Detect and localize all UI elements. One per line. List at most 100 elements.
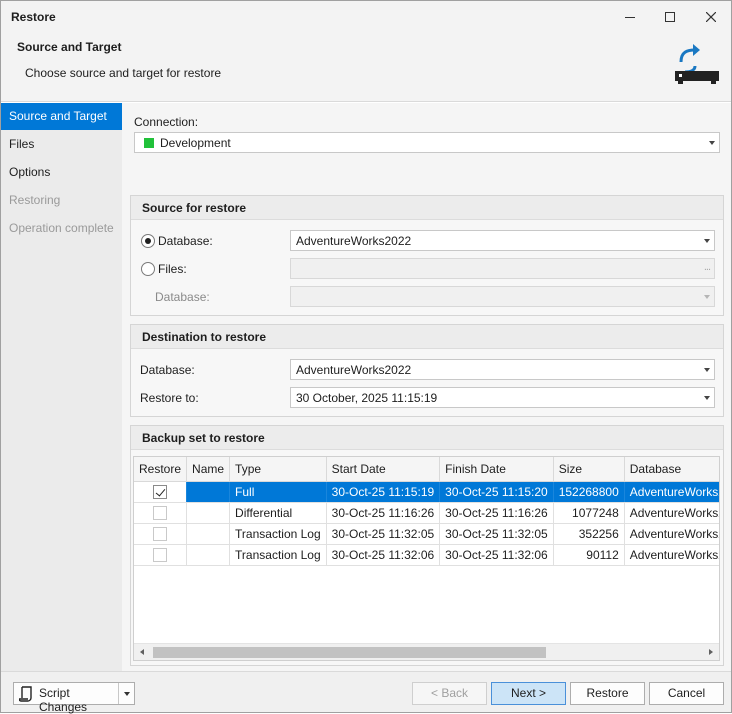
restore-checkbox[interactable]: [153, 526, 168, 541]
scrollbar-thumb[interactable]: [153, 647, 546, 658]
script-changes-label: Script Changes: [39, 686, 88, 714]
chevron-down-icon: [704, 368, 710, 372]
sidebar-item-restoring: Restoring: [9, 193, 61, 207]
source-group: Source for restore Database: AdventureWo…: [130, 195, 724, 316]
restore-dialog: Restore Source and Target Choose source …: [0, 0, 732, 714]
name-cell: [186, 502, 231, 524]
script-changes-button[interactable]: Script Changes: [14, 683, 118, 714]
start-date-cell: 30-Oct-25 11:16:26: [326, 502, 441, 524]
close-icon: [706, 11, 716, 22]
database-cell: AdventureWorks2022: [624, 523, 719, 545]
restore-checkbox[interactable]: [153, 505, 168, 520]
destination-database-label: Database:: [140, 363, 195, 377]
database-cell: AdventureWorks2022: [624, 481, 719, 503]
restore-to-label: Restore to:: [140, 391, 199, 405]
files-radio-label: Files:: [158, 262, 187, 276]
script-changes-dropdown[interactable]: [118, 683, 134, 704]
sidebar-item-source-and-target[interactable]: Source and Target: [1, 103, 122, 130]
source-database-value: AdventureWorks2022: [296, 234, 412, 248]
source-database-combo[interactable]: AdventureWorks2022: [290, 230, 715, 251]
page-title: Source and Target: [17, 40, 122, 54]
files-database-combo: [290, 286, 715, 307]
start-date-cell: 30-Oct-25 11:15:19: [326, 481, 441, 503]
column-header-type[interactable]: Type: [229, 457, 327, 482]
scroll-right-icon[interactable]: [709, 649, 713, 655]
finish-date-cell: 30-Oct-25 11:32:06: [439, 544, 554, 566]
maximize-icon: [665, 11, 675, 22]
column-header-start-date[interactable]: Start Date: [326, 457, 441, 482]
connection-label: Connection:: [134, 115, 199, 129]
restore-button[interactable]: Restore: [570, 682, 645, 705]
table-row[interactable]: Transaction Log 30-Oct-25 11:32:06 30-Oc…: [134, 544, 719, 566]
files-path-field: ...: [290, 258, 715, 279]
database-cell: AdventureWorks2022: [624, 544, 719, 566]
table-row[interactable]: Differential 30-Oct-25 11:16:26 30-Oct-2…: [134, 502, 719, 524]
horizontal-scrollbar[interactable]: [134, 643, 719, 660]
cancel-button[interactable]: Cancel: [649, 682, 724, 705]
column-header-restore[interactable]: Restore: [134, 457, 188, 482]
column-header-finish-date[interactable]: Finish Date: [439, 457, 554, 482]
size-cell: 1077248: [553, 502, 625, 524]
destination-group-title: Destination to restore: [142, 330, 267, 344]
type-cell: Full: [229, 481, 327, 503]
scroll-left-icon[interactable]: [140, 649, 144, 655]
backup-set-title: Backup set to restore: [142, 431, 265, 445]
name-cell: [186, 544, 231, 566]
table-row[interactable]: Full 30-Oct-25 11:15:19 30-Oct-25 11:15:…: [134, 481, 719, 503]
restore-to-value: 30 October, 2025 11:15:19: [296, 391, 438, 405]
close-button[interactable]: [691, 1, 731, 32]
chevron-down-icon: [704, 396, 710, 400]
size-cell: 90112: [553, 544, 625, 566]
connection-status-indicator: [144, 138, 154, 148]
wizard-footer: Script Changes < Back Next > Restore Can…: [1, 671, 731, 714]
database-radio[interactable]: [141, 234, 155, 248]
main-panel: Connection: Development Source for resto…: [122, 103, 731, 671]
restore-to-combo[interactable]: 30 October, 2025 11:15:19: [290, 387, 715, 408]
type-cell: Transaction Log: [229, 544, 327, 566]
chevron-down-icon: [704, 295, 710, 299]
restore-checkbox[interactable]: [153, 547, 168, 562]
start-date-cell: 30-Oct-25 11:32:06: [326, 544, 441, 566]
files-radio[interactable]: [141, 262, 155, 276]
connection-value: Development: [160, 136, 231, 150]
table-row[interactable]: Transaction Log 30-Oct-25 11:32:05 30-Oc…: [134, 523, 719, 545]
finish-date-cell: 30-Oct-25 11:16:26: [439, 502, 554, 524]
restore-cell: [134, 544, 188, 566]
destination-group: Destination to restore Database: Adventu…: [130, 324, 724, 417]
backup-set-group: Backup set to restore Restore Name Type …: [130, 425, 724, 666]
finish-date-cell: 30-Oct-25 11:15:20: [439, 481, 554, 503]
browse-button: ...: [703, 261, 711, 273]
script-changes-split-button: Script Changes: [13, 682, 135, 714]
window-title: Restore: [11, 10, 56, 24]
backup-set-grid: Restore Name Type Start Date Finish Date…: [133, 456, 720, 661]
destination-database-combo[interactable]: AdventureWorks2022: [290, 359, 715, 380]
back-button[interactable]: < Back: [412, 682, 487, 705]
restore-cell: [134, 502, 188, 524]
chevron-down-icon: [124, 692, 130, 696]
source-group-title: Source for restore: [142, 201, 247, 215]
maximize-button[interactable]: [650, 1, 690, 32]
next-button[interactable]: Next >: [491, 682, 566, 705]
page-subtitle: Choose source and target for restore: [25, 66, 222, 80]
restore-checkbox[interactable]: [153, 484, 168, 499]
restore-server-icon: [673, 44, 721, 89]
files-database-label: Database:: [155, 290, 210, 304]
column-header-database[interactable]: Database: [624, 457, 719, 482]
wizard-header: Source and Target Choose source and targ…: [1, 32, 731, 102]
type-cell: Transaction Log: [229, 523, 327, 545]
restore-cell: [134, 523, 188, 545]
size-cell: 352256: [553, 523, 625, 545]
backup-set-table: Restore Name Type Start Date Finish Date…: [134, 457, 719, 566]
title-bar: Restore: [1, 1, 731, 32]
restore-cell: [134, 481, 188, 503]
sidebar-item-files[interactable]: Files: [1, 131, 122, 158]
start-date-cell: 30-Oct-25 11:32:05: [326, 523, 441, 545]
column-header-name[interactable]: Name: [186, 457, 231, 482]
sidebar-item-options[interactable]: Options: [1, 159, 122, 186]
minimize-button[interactable]: [610, 1, 650, 32]
column-header-size[interactable]: Size: [553, 457, 625, 482]
connection-combo[interactable]: Development: [134, 132, 720, 153]
database-radio-label: Database:: [158, 234, 213, 248]
script-icon: [18, 686, 33, 705]
name-cell: [186, 523, 231, 545]
